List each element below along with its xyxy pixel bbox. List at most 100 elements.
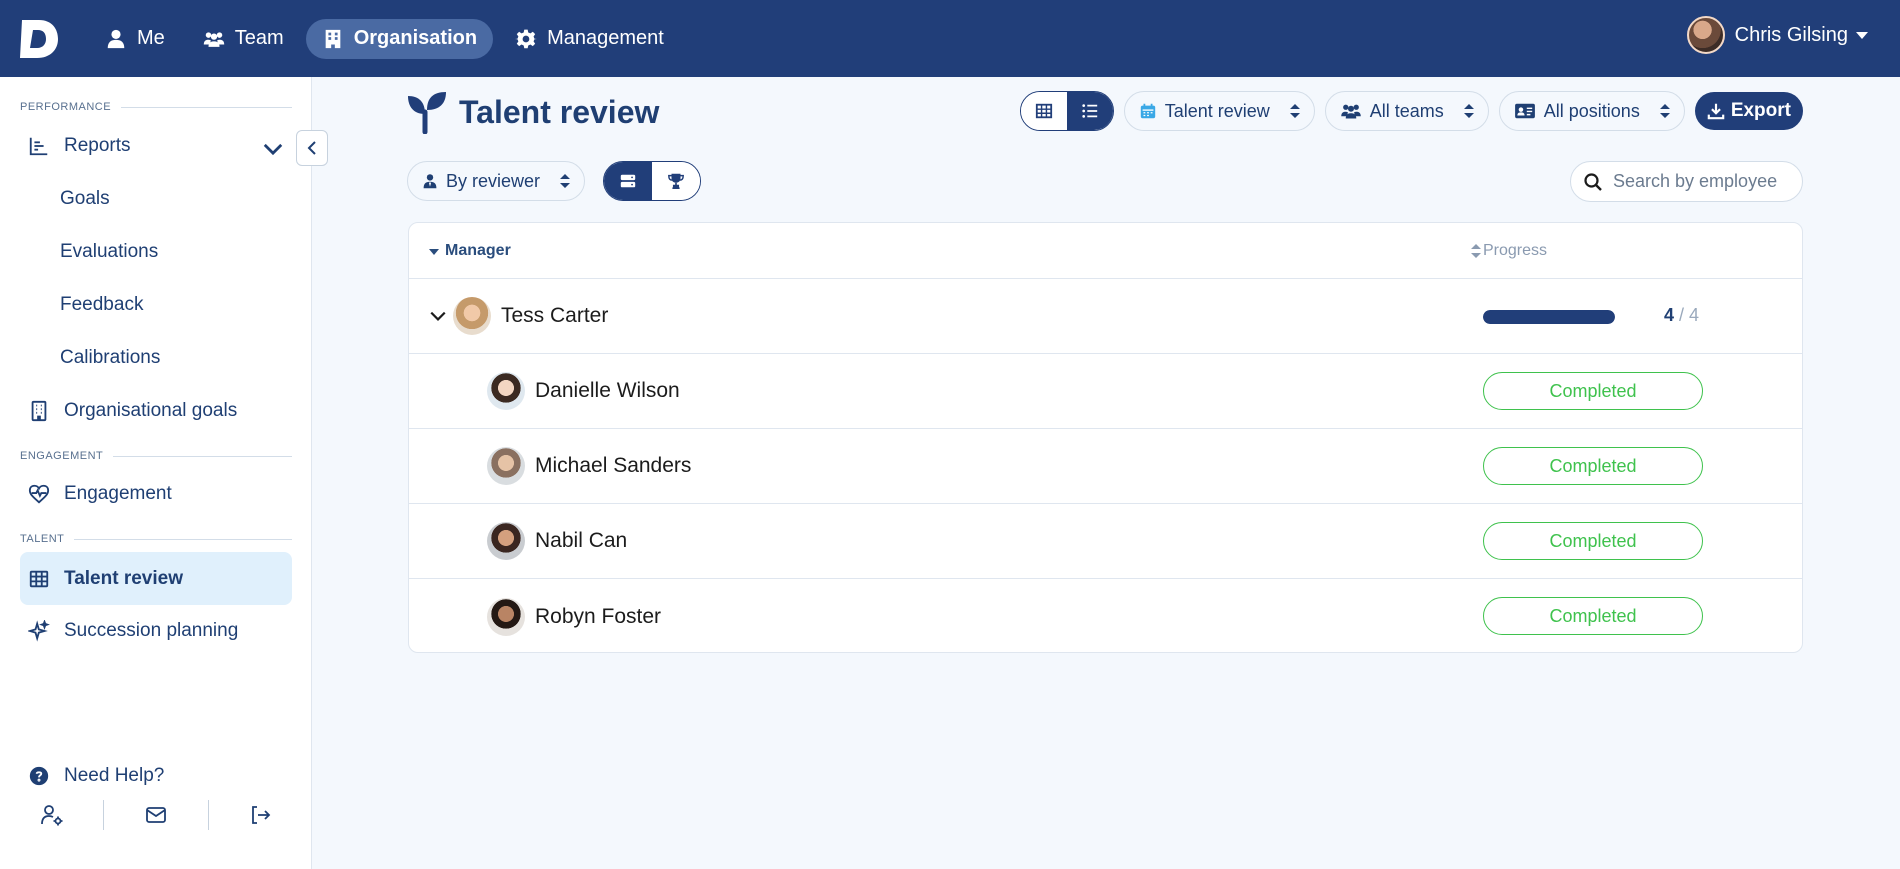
id-card-icon xyxy=(1514,103,1535,119)
table-header: Manager Progress xyxy=(409,223,1802,279)
table-row[interactable]: Michael Sanders Completed xyxy=(409,429,1802,504)
export-button[interactable]: Export xyxy=(1694,92,1803,130)
nav-item-label: Team xyxy=(234,27,284,49)
sidebar-item-talent-review[interactable]: Talent review xyxy=(20,552,292,605)
messages-button[interactable] xyxy=(103,800,207,830)
user-gear-icon xyxy=(40,805,63,826)
sidebar-item-label: Need Help? xyxy=(64,765,165,786)
sort-icon xyxy=(1463,104,1474,118)
sidebar-item-label: Calibrations xyxy=(60,347,161,368)
nav-item-me[interactable]: Me xyxy=(89,19,181,59)
sidebar-item-label: Feedback xyxy=(60,294,144,315)
user-avatar xyxy=(1686,16,1725,54)
status-badge: Completed xyxy=(1483,447,1703,485)
heart-pulse-icon xyxy=(28,484,50,504)
page-title: Talent review xyxy=(459,93,660,130)
talent-review-table: Manager Progress Tess Carter 4 / 4 Danie… xyxy=(408,222,1803,653)
employee-name: Michael Sanders xyxy=(535,454,692,477)
nav-item-label: Me xyxy=(137,27,165,49)
search-input[interactable] xyxy=(1613,171,1783,192)
employee-name: Robyn Foster xyxy=(535,604,662,628)
logo-icon xyxy=(20,19,58,58)
section-label-engagement: ENGAGEMENT xyxy=(20,450,292,462)
sidebar-item-label: Talent review xyxy=(64,567,183,589)
sidebar-item-calibrations[interactable]: Calibrations xyxy=(20,333,292,383)
caret-down-icon xyxy=(1856,31,1868,39)
user-menu[interactable]: Chris Gilsing xyxy=(1686,16,1868,54)
section-label-talent: TALENT xyxy=(20,533,292,545)
group-by-select[interactable]: By reviewer xyxy=(407,161,586,201)
team-select[interactable]: All teams xyxy=(1324,91,1489,131)
grid-icon xyxy=(29,570,49,587)
status-badge: Completed xyxy=(1483,522,1703,560)
sort-desc-icon xyxy=(429,249,439,255)
table-row[interactable]: Danielle Wilson Completed xyxy=(409,354,1802,429)
sparkles-icon xyxy=(28,620,50,642)
sidebar-item-succession-planning[interactable]: Succession planning xyxy=(20,606,292,656)
gear-icon xyxy=(515,29,537,48)
table-row[interactable]: Robyn Foster Completed xyxy=(409,579,1802,652)
building-icon xyxy=(31,400,47,422)
avatar xyxy=(487,597,525,636)
nav-item-team[interactable]: Team xyxy=(187,19,300,59)
employee-name: Danielle Wilson xyxy=(535,379,680,402)
nav-item-label: Organisation xyxy=(353,27,478,49)
users-icon xyxy=(1340,104,1361,119)
download-icon xyxy=(1707,103,1725,120)
sidebar-item-label: Succession planning xyxy=(64,620,239,641)
envelope-icon xyxy=(146,807,166,823)
manager-name: Tess Carter xyxy=(501,304,609,327)
sidebar-item-reports[interactable]: Reports xyxy=(20,121,292,171)
search-box xyxy=(1570,161,1803,202)
grid-view-button[interactable] xyxy=(1020,92,1067,130)
app-logo[interactable] xyxy=(19,17,59,61)
collapse-sidebar-button[interactable] xyxy=(296,130,328,166)
sidebar-item-goals[interactable]: Goals xyxy=(20,174,292,224)
users-icon xyxy=(203,31,225,47)
sidebar-item-evaluations[interactable]: Evaluations xyxy=(20,227,292,277)
list-icon xyxy=(1082,104,1097,118)
sidebar-item-label: Evaluations xyxy=(60,241,159,262)
list-view-button[interactable] xyxy=(1066,92,1113,130)
avatar xyxy=(487,522,525,560)
column-header-progress[interactable]: Progress xyxy=(1471,242,1547,260)
review-select[interactable]: Talent review xyxy=(1123,91,1315,131)
progress-bar-fill xyxy=(1483,310,1615,324)
team-select-value: All teams xyxy=(1369,100,1444,121)
trophy-mode-button[interactable] xyxy=(652,162,701,200)
search-icon xyxy=(1584,172,1602,191)
cards-mode-button[interactable] xyxy=(604,162,653,200)
chevron-down-icon[interactable] xyxy=(429,307,447,325)
table-row[interactable]: Nabil Can Completed xyxy=(409,504,1802,579)
filter-row: By reviewer xyxy=(407,161,702,201)
sort-icon xyxy=(1659,104,1670,118)
position-select[interactable]: All positions xyxy=(1498,91,1685,131)
logout-button[interactable] xyxy=(207,800,312,830)
nav-item-organisation[interactable]: Organisation xyxy=(305,18,494,59)
sidebar-item-engagement[interactable]: Engagement xyxy=(20,469,292,519)
sidebar-item-organisational-goals[interactable]: Organisational goals xyxy=(20,386,292,436)
server-icon xyxy=(620,174,636,188)
chevron-down-icon xyxy=(263,143,283,156)
progress-bar xyxy=(1483,310,1615,324)
chevron-left-icon xyxy=(307,141,316,155)
sidebar-item-feedback[interactable]: Feedback xyxy=(20,280,292,330)
table-row-manager[interactable]: Tess Carter 4 / 4 xyxy=(409,279,1802,354)
logout-icon xyxy=(252,806,271,824)
seedling-icon xyxy=(408,92,446,134)
building-icon xyxy=(325,29,341,48)
table-icon xyxy=(1035,103,1052,119)
employee-name: Nabil Can xyxy=(535,529,628,552)
column-header-manager[interactable]: Manager xyxy=(429,242,511,260)
user-name: Chris Gilsing xyxy=(1734,23,1848,46)
sort-icon xyxy=(1289,104,1300,118)
sidebar: PERFORMANCE Reports Goals Evaluations Fe… xyxy=(0,77,312,869)
nav-item-management[interactable]: Management xyxy=(499,19,680,59)
position-select-value: All positions xyxy=(1543,100,1640,121)
main-nav: Me Team Organisation Management xyxy=(89,18,680,59)
section-label-performance: PERFORMANCE xyxy=(20,101,292,113)
avatar xyxy=(487,447,525,485)
user-settings-button[interactable] xyxy=(0,800,103,830)
user-tie-icon xyxy=(423,174,437,189)
sidebar-item-label: Organisational goals xyxy=(64,400,238,421)
